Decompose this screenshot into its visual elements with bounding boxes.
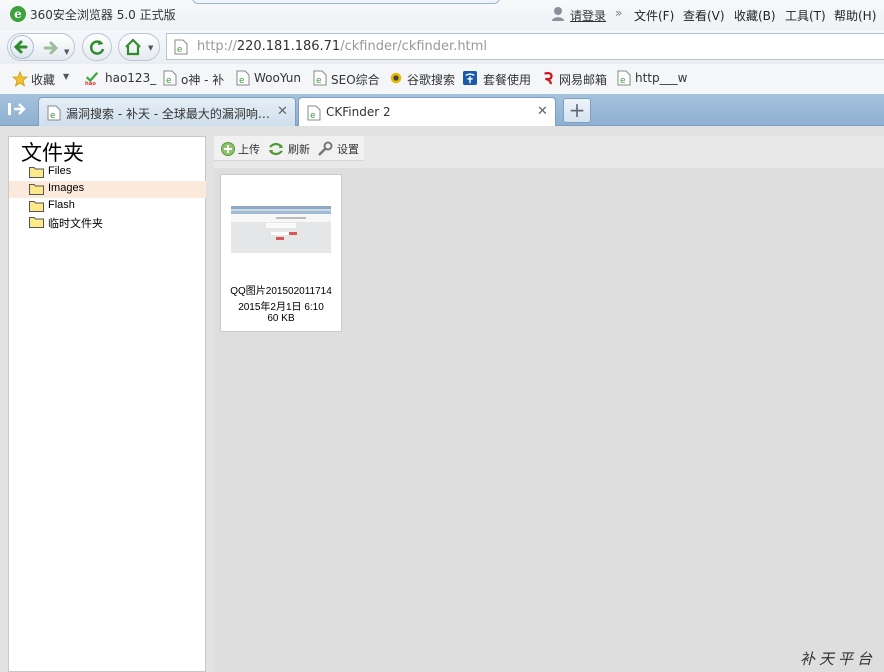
folder-icon [29,184,44,195]
upload-button[interactable]: 上传 [238,141,260,157]
folder-item-flash[interactable]: Flash [9,198,206,215]
sidebar-toggle-icon[interactable] [8,102,26,116]
folder-label: 临时文件夹 [48,218,103,230]
settings-button[interactable]: 设置 [337,141,359,157]
refresh-button[interactable] [82,33,112,61]
upload-icon[interactable] [220,141,236,157]
refresh-icon [89,40,105,55]
watermark: 补天平台 [800,650,877,668]
folder-item-files[interactable]: Files [9,164,206,181]
page-icon: e [47,105,61,121]
tab-close-icon[interactable]: ✕ [277,104,288,119]
thumbnail-image [231,206,331,253]
favorites-menu[interactable]: 收藏 [31,71,55,88]
wrench-icon[interactable] [317,141,333,157]
ckfinder-toolbar: 上传 刷新 设置 [214,136,364,161]
svg-text:e: e [50,111,56,121]
tab-label: 漏洞搜索 - 补天 - 全球最大的漏洞响… [66,107,270,121]
login-link[interactable]: 请登录 [570,7,606,24]
bookmark-package-usage[interactable]: 套餐使用 [483,71,531,88]
svg-text:e: e [620,76,626,86]
google-icon [390,72,402,84]
forward-arrow-icon[interactable] [42,39,60,57]
user-icon [552,7,564,21]
folder-item-temp[interactable]: 临时文件夹 [9,214,206,231]
bookmark-hao123[interactable]: hao123_ [105,71,156,85]
svg-text:e: e [166,76,172,86]
history-dropdown-icon[interactable]: ▼ [64,48,69,56]
refresh-icon[interactable] [268,141,284,157]
svg-text:e: e [310,111,316,121]
back-arrow-icon [13,40,28,54]
file-thumbnail [231,206,331,253]
bookmark-google-search[interactable]: 谷歌搜索 [407,71,455,88]
browser-logo-icon: e [10,6,26,22]
folder-item-images[interactable]: Images [9,181,206,198]
file-size: 60 KB [267,313,295,324]
svg-text:hao: hao [85,81,96,86]
svg-text:e: e [316,76,322,86]
window-title: 360安全浏览器 5.0 正式版 [30,8,176,22]
top-tab-stub [192,0,500,4]
folder-label: Files [48,165,72,177]
address-text: http://220.181.186.71/ckfinder/ckfinder.… [197,39,487,54]
folders-title: 文件夹 [21,141,84,165]
svg-text:e: e [239,76,245,86]
page-icon: e [617,70,631,86]
new-tab-button[interactable]: + [563,98,591,123]
double-chevron-icon: » [615,6,623,20]
menu-tools[interactable]: 工具(T) [785,7,826,24]
hao123-icon: hao [85,72,99,86]
folder-label: Images [48,182,85,194]
back-forward-group: ▼ [7,33,75,61]
file-item[interactable]: QQ图片201502011714 2015年2月1日 6:10 60 KB [220,174,342,332]
tab-strip: e 漏洞搜索 - 补天 - 全球最大的漏洞响… ✕ e CKFinder 2 ✕ [0,94,884,127]
tab-close-icon[interactable]: ✕ [537,104,548,119]
tab-vulnerability-search[interactable]: e 漏洞搜索 - 补天 - 全球最大的漏洞响… ✕ [38,97,296,126]
home-button[interactable]: ▼ [118,33,160,61]
bookmark-wooyun[interactable]: WooYun [254,71,301,85]
page-icon: e [313,70,327,86]
folder-icon [29,201,44,212]
menu-file[interactable]: 文件(F) [634,7,674,24]
bookmark-netease-mail[interactable]: 网易邮箱 [559,71,607,88]
folder-icon [29,217,44,228]
page-icon: e [307,105,321,121]
page-icon: e [174,39,188,55]
tab-label: CKFinder 2 [326,105,391,119]
star-icon [12,71,28,87]
page-icon: e [236,70,250,86]
file-date: 2015年2月1日 6:10 [238,302,324,313]
bookmarks-bar: 收藏 ▼ hao hao123_ e o神 - 补 e WooYun e SEO… [0,64,884,94]
svg-text:e: e [177,45,182,55]
back-button[interactable] [10,35,34,59]
folder-icon [29,167,44,178]
tab-ckfinder[interactable]: e CKFinder 2 ✕ [298,97,556,127]
file-name: QQ图片201502011714 [230,286,332,297]
folder-panel: 文件夹 Files Images Flash 临时文件夹 [8,136,206,672]
home-dropdown-icon[interactable]: ▼ [148,44,153,52]
page-icon: e [163,70,177,86]
menu-favorites[interactable]: 收藏(B) [734,7,776,24]
menu-view[interactable]: 查看(V) [683,7,725,24]
folder-label: Flash [48,199,75,211]
bookmark-http[interactable]: http___w [635,71,687,85]
menu-help[interactable]: 帮助(H) [834,7,876,24]
title-bar: e 360安全浏览器 5.0 正式版 请登录 » 文件(F) 查看(V) 收藏(… [0,0,884,30]
address-bar[interactable]: e http://220.181.186.71/ckfinder/ckfinde… [166,33,884,60]
telecom-icon [463,71,477,85]
bookmark-o-shen[interactable]: o神 - 补 [181,71,224,88]
home-icon [125,38,141,56]
favorites-dropdown-icon[interactable]: ▼ [63,72,69,81]
refresh-button[interactable]: 刷新 [288,141,310,157]
netease-icon [544,72,553,85]
bookmark-seo[interactable]: SEO综合 [331,71,380,88]
